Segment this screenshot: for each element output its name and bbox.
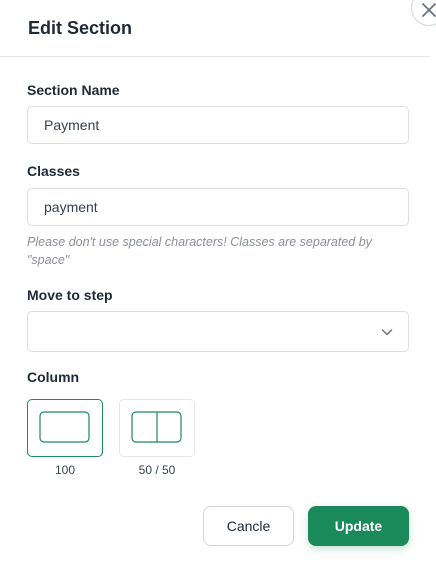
chevron-down-icon xyxy=(381,329,393,336)
layout-option-50-50-caption: 50 / 50 xyxy=(138,463,176,477)
move-to-step-label: Move to step xyxy=(27,287,113,303)
classes-hint: Please don't use special characters! Cla… xyxy=(27,235,372,267)
classes-input[interactable] xyxy=(27,188,409,226)
single-column-icon xyxy=(39,411,90,443)
classes-label: Classes xyxy=(27,163,80,179)
two-column-icon xyxy=(131,411,182,443)
layout-option-100[interactable] xyxy=(27,399,103,457)
dialog-header: Edit Section xyxy=(0,0,430,57)
move-to-step-select[interactable] xyxy=(27,311,409,352)
column-label: Column xyxy=(27,369,80,385)
close-icon xyxy=(422,3,436,17)
section-name-label: Section Name xyxy=(27,82,120,98)
cancel-button[interactable]: Cancle xyxy=(203,506,294,546)
edit-section-dialog: Edit Section Section Name Classes Please… xyxy=(0,0,436,574)
section-name-input[interactable] xyxy=(27,106,409,144)
layout-option-50-50[interactable] xyxy=(119,399,195,457)
update-button[interactable]: Update xyxy=(308,506,409,546)
dialog-title: Edit Section xyxy=(28,18,133,38)
layout-option-100-caption: 100 xyxy=(54,463,76,477)
